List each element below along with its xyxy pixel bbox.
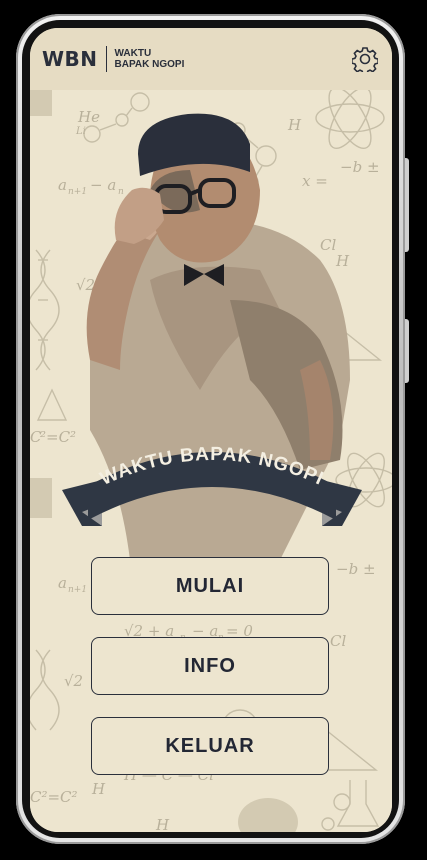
app-header: WBN WAKTU BAPAK NGOPI bbox=[30, 28, 392, 90]
app-subtitle: WAKTU BAPAK NGOPI bbox=[115, 48, 185, 70]
app-subtitle-line1: WAKTU bbox=[114, 48, 152, 59]
svg-text:a: a bbox=[58, 574, 67, 592]
power-button bbox=[405, 319, 409, 383]
gear-icon[interactable] bbox=[351, 46, 379, 75]
title-banner: WAKTU BAPAK NGOPI bbox=[62, 444, 362, 526]
svg-text:n+1: n+1 bbox=[68, 585, 87, 595]
start-button[interactable]: MULAI bbox=[91, 557, 329, 615]
start-button-label: MULAI bbox=[175, 574, 245, 597]
svg-text:H: H bbox=[155, 816, 170, 832]
exit-button[interactable]: KELUAR bbox=[91, 717, 329, 775]
logo-divider bbox=[105, 46, 107, 72]
svg-text:H: H bbox=[91, 780, 106, 798]
app-screen: WBN WAKTU BAPAK NGOPI a n+1 − a n x = −b… bbox=[30, 28, 392, 832]
main-content: an+1− an x =−b ± C²=C² √2 HClH an+1− a −… bbox=[30, 90, 392, 832]
app-logo: WBN bbox=[42, 47, 98, 71]
info-button[interactable]: INFO bbox=[91, 637, 329, 695]
svg-text:Cl: Cl bbox=[330, 632, 346, 650]
info-button-label: INFO bbox=[184, 654, 236, 677]
svg-text:−b ±: −b ± bbox=[336, 560, 376, 578]
svg-text:C²=C²: C²=C² bbox=[30, 788, 78, 806]
app-subtitle-line2: BAPAK NGOPI bbox=[114, 59, 185, 70]
volume-button bbox=[405, 158, 409, 252]
exit-button-label: KELUAR bbox=[165, 734, 255, 757]
svg-text:√2: √2 bbox=[64, 672, 83, 690]
